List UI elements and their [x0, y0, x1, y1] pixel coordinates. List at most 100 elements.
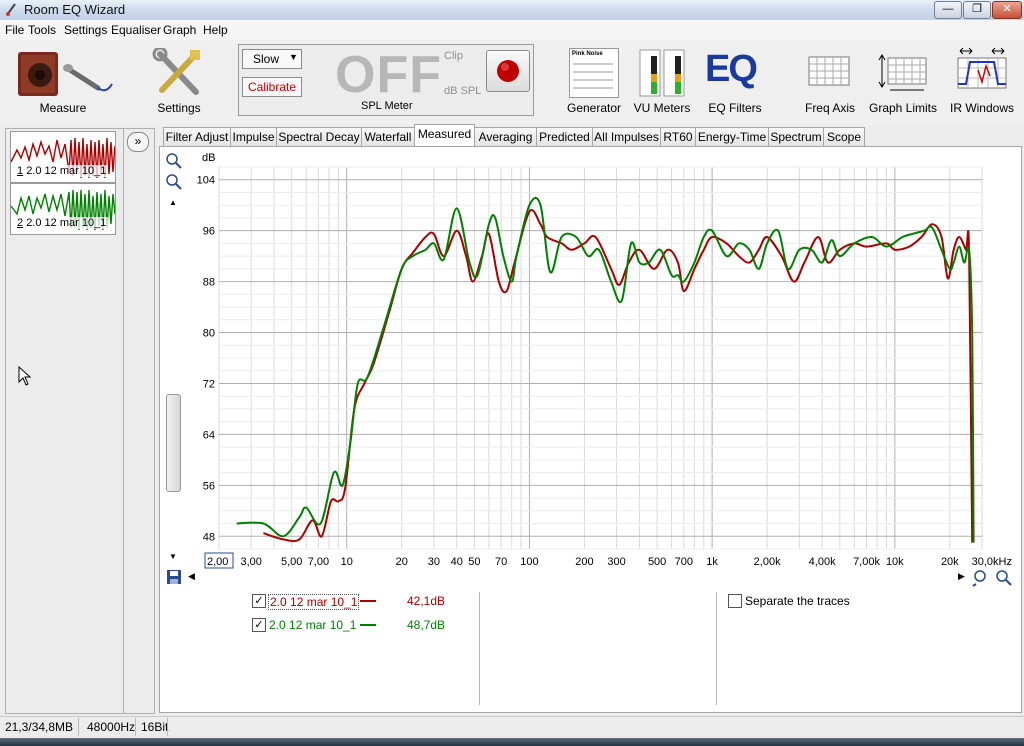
- separate-traces-checkbox[interactable]: [728, 594, 742, 608]
- legend-row: ✓ 2.0 12 mar 10_1 42,1dB: [252, 594, 472, 610]
- measurement-item[interactable]: 2 2.0 12 mar 10_1: [10, 183, 116, 235]
- zoom-controls-vertical[interactable]: [165, 152, 183, 190]
- freq-axis-icon: [808, 56, 850, 86]
- x-tick-label: 2,00k: [754, 556, 781, 568]
- legend-trace-value: 48,7dB: [407, 618, 446, 632]
- double-chevron-right-icon: »: [134, 134, 142, 148]
- x-tick-label: 300: [607, 556, 625, 568]
- eq-logo-icon: EQ: [705, 48, 758, 90]
- zoom-controls-horizontal[interactable]: [972, 569, 1014, 587]
- tab-averaging[interactable]: Averaging: [474, 127, 537, 147]
- tab-rt60[interactable]: RT60: [660, 127, 696, 147]
- measurement-index: 2: [17, 217, 24, 229]
- x-tick-label: 7,00k: [853, 556, 880, 568]
- y-tick-label: 72: [203, 378, 215, 390]
- scroll-up-icon: ▲: [169, 198, 177, 207]
- save-icon[interactable]: [166, 569, 182, 585]
- tab-all-impulses[interactable]: All Impulses: [592, 127, 661, 147]
- settings-button[interactable]: Settings: [148, 44, 210, 118]
- menu-help[interactable]: Help: [203, 23, 228, 37]
- trace-visible-checkbox[interactable]: ✓: [252, 618, 266, 632]
- vertical-scrollbar[interactable]: ▲ ▼: [166, 196, 181, 566]
- y-tick-label: 96: [203, 226, 215, 238]
- close-button[interactable]: ✕: [992, 1, 1022, 19]
- vertical-scroll-thumb[interactable]: [166, 394, 181, 492]
- restore-icon: ❐: [972, 3, 982, 15]
- mouse-cursor-icon: [18, 366, 32, 386]
- y-tick-label: 88: [203, 277, 215, 289]
- tab-spectrum[interactable]: Spectrum: [768, 127, 824, 147]
- menu-settings[interactable]: Settings: [64, 23, 107, 37]
- trace-visible-checkbox[interactable]: ✓: [252, 594, 266, 608]
- tab-scope[interactable]: Scope: [823, 127, 865, 147]
- vu-meters-label: VU Meters: [633, 101, 691, 115]
- menu-equaliser[interactable]: Equaliser: [111, 23, 161, 37]
- x-tick-label: 10: [341, 556, 353, 568]
- os-taskbar: [0, 738, 1024, 746]
- eq-filters-label: EQ Filters: [708, 101, 762, 115]
- x-tick-label: 500: [648, 556, 666, 568]
- record-button[interactable]: [486, 50, 530, 92]
- measure-label: Measure: [39, 101, 87, 115]
- x-tick-label: 40: [451, 556, 463, 568]
- x-tick-label: 7,00: [308, 556, 329, 568]
- tab-predicted[interactable]: Predicted: [536, 127, 593, 147]
- tab-measured[interactable]: Measured: [414, 124, 475, 147]
- spl-meter-panel: Slow ▼ Calibrate OFF Clip dB SPL SPL Met…: [238, 44, 534, 116]
- expand-panel-button[interactable]: »: [127, 132, 149, 152]
- menu-tools[interactable]: Tools: [28, 23, 56, 37]
- measure-button[interactable]: Measure: [10, 44, 116, 118]
- speed-value: Slow: [253, 52, 280, 66]
- spl-readout: OFF: [335, 46, 442, 104]
- eq-filters-button[interactable]: EQ EQ Filters: [703, 44, 767, 118]
- minimize-icon: —: [942, 3, 954, 15]
- tab-impulse[interactable]: Impulse: [230, 127, 277, 147]
- vu-meter-icon: [639, 49, 685, 97]
- x-tick-label: 70: [495, 556, 507, 568]
- measurement-name: 2.0 12 mar 10_1: [26, 165, 107, 177]
- tools-icon: [152, 48, 200, 95]
- graph-limits-label: Graph Limits: [868, 101, 938, 115]
- menu-graph[interactable]: Graph: [163, 23, 196, 37]
- y-tick-label: 104: [197, 175, 215, 187]
- y-axis-title: dB: [202, 152, 215, 164]
- horizontal-scrollbar[interactable]: ◀ ▶: [186, 570, 970, 584]
- clip-indicator: Clip: [444, 50, 463, 62]
- x-tick-label: 10k: [886, 556, 904, 568]
- memory-status: 21,3/34,8MB: [5, 720, 74, 734]
- generator-button[interactable]: Pink Noise Generator: [563, 44, 625, 118]
- tab-filter-adjust[interactable]: Filter Adjust: [163, 127, 231, 147]
- measurement-name: 2.0 12 mar 10_1: [26, 217, 107, 229]
- legend-line-swatch: [360, 600, 376, 602]
- sample-rate-status: 48000Hz: [87, 720, 136, 734]
- close-icon: ✕: [1002, 3, 1012, 15]
- legend-line-swatch: [360, 624, 376, 626]
- tab-waterfall[interactable]: Waterfall: [361, 127, 415, 147]
- ir-windows-icon: [957, 48, 1007, 89]
- menu-file[interactable]: File: [5, 23, 24, 37]
- x-tick-label: 2,00: [207, 556, 228, 568]
- generator-signal: Pink Noise: [572, 51, 603, 57]
- tab-spectral-decay[interactable]: Spectral Decay: [276, 127, 362, 147]
- spl-unit: dB SPL: [444, 85, 482, 97]
- scroll-right-icon: ▶: [958, 571, 965, 581]
- y-tick-label: 80: [203, 328, 215, 340]
- scroll-down-icon: ▼: [169, 552, 177, 561]
- calibrate-button[interactable]: Calibrate: [242, 77, 302, 97]
- menu-bar: File Tools Settings Equaliser Graph Help: [0, 20, 1024, 41]
- minimize-button[interactable]: —: [934, 1, 962, 19]
- freq-axis-button[interactable]: Freq Axis: [802, 44, 858, 118]
- maximize-button[interactable]: ❐: [963, 1, 991, 19]
- legend-trace-name: 2.0 12 mar 10_1: [268, 594, 360, 610]
- graph-limits-button[interactable]: Graph Limits: [869, 44, 937, 118]
- measurement-item[interactable]: 1 2.0 12 mar 10_1: [10, 131, 116, 183]
- x-tick-label: 3,00: [240, 556, 261, 568]
- speed-select[interactable]: Slow ▼: [242, 49, 302, 69]
- chart-grid: [218, 166, 983, 550]
- x-tick-label: 1k: [706, 556, 718, 568]
- y-tick-label: 56: [203, 480, 215, 492]
- y-axis-labels: 48 56 64 72 80 88 96 104: [197, 175, 215, 544]
- ir-windows-button[interactable]: IR Windows: [950, 44, 1014, 118]
- tab-energy-time[interactable]: Energy-Time: [695, 127, 769, 147]
- vu-meters-button[interactable]: VU Meters: [632, 44, 692, 118]
